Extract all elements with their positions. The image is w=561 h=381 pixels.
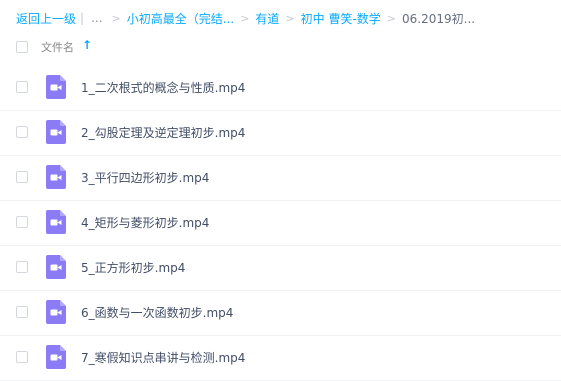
file-name[interactable]: 5_正方形初步.mp4 bbox=[81, 259, 185, 276]
video-file-icon bbox=[46, 165, 66, 189]
file-row-checkbox[interactable] bbox=[16, 81, 28, 93]
file-name[interactable]: 3_平行四边形初步.mp4 bbox=[81, 169, 209, 186]
breadcrumb-divider: | bbox=[80, 11, 85, 25]
file-name[interactable]: 6_函数与一次函数初步.mp4 bbox=[81, 304, 233, 321]
video-file-icon bbox=[46, 255, 66, 279]
file-row-checkbox[interactable] bbox=[16, 351, 28, 363]
breadcrumb-item-folder-3[interactable]: 初中 曹笑-数学 bbox=[301, 10, 381, 27]
file-name[interactable]: 4_矩形与菱形初步.mp4 bbox=[81, 214, 209, 231]
video-file-icon bbox=[46, 75, 66, 99]
video-file-icon bbox=[46, 300, 66, 324]
breadcrumb-item-folder-2[interactable]: 有道 bbox=[255, 10, 279, 27]
select-all-checkbox[interactable] bbox=[16, 41, 28, 53]
video-file-icon bbox=[46, 210, 66, 234]
file-row[interactable]: 4_矩形与菱形初步.mp4 bbox=[0, 200, 561, 246]
file-row[interactable]: 1_二次根式的概念与性质.mp4 bbox=[0, 65, 561, 111]
file-row[interactable]: 7_寒假知识点串讲与检测.mp4 bbox=[0, 335, 561, 381]
breadcrumb-item-folder-1[interactable]: 小初高最全（完结... bbox=[127, 10, 234, 27]
file-list-header: 文件名 ↑ bbox=[0, 32, 561, 62]
file-row-checkbox[interactable] bbox=[16, 306, 28, 318]
column-header-filename[interactable]: 文件名 bbox=[41, 39, 74, 55]
file-row[interactable]: 2_勾股定理及逆定理初步.mp4 bbox=[0, 110, 561, 156]
video-file-icon bbox=[46, 120, 66, 144]
breadcrumb-ellipsis[interactable]: ... bbox=[91, 11, 102, 25]
file-row-checkbox[interactable] bbox=[16, 261, 28, 273]
file-row-checkbox[interactable] bbox=[16, 126, 28, 138]
file-row[interactable]: 6_函数与一次函数初步.mp4 bbox=[0, 290, 561, 336]
file-name[interactable]: 2_勾股定理及逆定理初步.mp4 bbox=[81, 124, 245, 141]
chevron-right-icon: > bbox=[386, 11, 397, 25]
file-row[interactable]: 5_正方形初步.mp4 bbox=[0, 245, 561, 291]
file-row-checkbox[interactable] bbox=[16, 216, 28, 228]
chevron-right-icon: > bbox=[111, 11, 121, 25]
file-name[interactable]: 1_二次根式的概念与性质.mp4 bbox=[81, 79, 245, 96]
back-link[interactable]: 返回上一级 bbox=[16, 10, 76, 27]
file-name[interactable]: 7_寒假知识点串讲与检测.mp4 bbox=[81, 349, 245, 366]
sort-ascending-icon[interactable]: ↑ bbox=[82, 38, 92, 52]
chevron-right-icon: > bbox=[285, 11, 295, 25]
chevron-right-icon: > bbox=[240, 11, 250, 25]
file-row-checkbox[interactable] bbox=[16, 171, 28, 183]
breadcrumb: 返回上一级 | ... > 小初高最全（完结... > 有道 > 初中 曹笑-数… bbox=[16, 9, 475, 27]
file-row[interactable]: 3_平行四边形初步.mp4 bbox=[0, 155, 561, 201]
breadcrumb-current-folder: 06.2019初... bbox=[402, 11, 476, 26]
video-file-icon bbox=[46, 345, 66, 369]
